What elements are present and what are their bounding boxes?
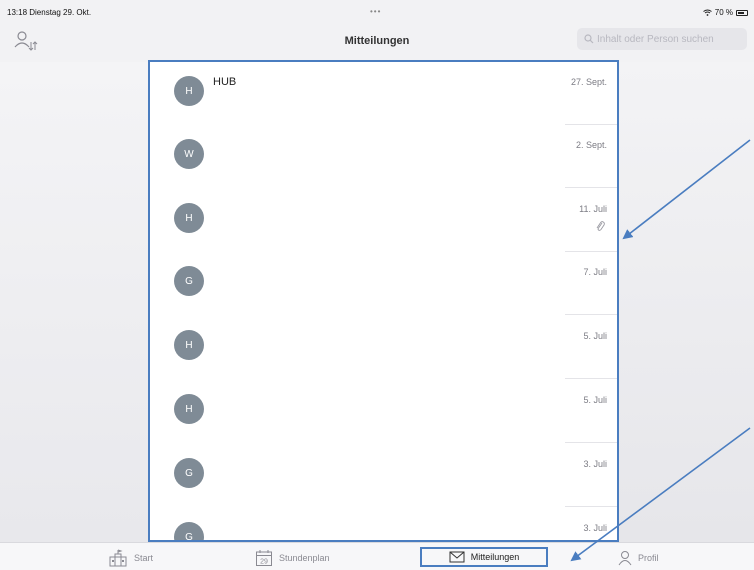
- search-icon: [584, 34, 594, 44]
- avatar: G: [174, 266, 204, 296]
- tab-label: Start: [134, 553, 154, 563]
- calendar-day-number: 29: [260, 559, 268, 566]
- message-sender: HUB: [213, 76, 237, 88]
- message-date: 3. Juli: [583, 523, 607, 533]
- multitasking-dots[interactable]: •••: [370, 7, 381, 16]
- row-divider: [565, 314, 617, 315]
- tab-start[interactable]: Start: [108, 547, 153, 569]
- message-row[interactable]: G 3. Juli: [150, 508, 617, 540]
- message-date: 5. Juli: [583, 331, 607, 341]
- row-divider: [565, 506, 617, 507]
- message-row[interactable]: W 2. Sept.: [150, 125, 617, 188]
- avatar: G: [174, 522, 204, 540]
- wifi-icon: [702, 9, 712, 16]
- search-placeholder: Inhalt oder Person suchen: [597, 33, 714, 45]
- message-date: 11. Juli: [579, 204, 607, 214]
- message-date: 7. Juli: [583, 267, 607, 277]
- avatar: H: [174, 330, 204, 360]
- message-row[interactable]: G 3. Juli: [150, 444, 617, 507]
- message-date: 5. Juli: [583, 395, 607, 405]
- row-divider: [565, 378, 617, 379]
- status-indicators: 70 %: [702, 8, 748, 17]
- status-time-date: 13:18 Dienstag 29. Okt.: [7, 8, 92, 17]
- message-date: 3. Juli: [583, 459, 607, 469]
- message-row[interactable]: H HUB 27. Sept.: [150, 62, 617, 125]
- message-date: 2. Sept.: [575, 140, 607, 150]
- navigation-bar: Mitteilungen Inhalt oder Person suchen: [0, 22, 754, 62]
- tab-bar: Start 29 Stundenplan Mitteilungen Profil: [0, 542, 754, 570]
- message-row[interactable]: G 7. Juli: [150, 252, 617, 315]
- status-bar: 13:18 Dienstag 29. Okt. ••• 70 %: [0, 0, 754, 20]
- message-list[interactable]: H HUB 27. Sept. W 2. Sept. H 11. Juli G …: [148, 60, 619, 542]
- avatar: W: [174, 139, 204, 169]
- person-icon: [618, 551, 632, 566]
- row-divider: [565, 442, 617, 443]
- battery-percentage: 70 %: [714, 8, 733, 17]
- battery-icon: [736, 9, 748, 16]
- message-row[interactable]: H 11. Juli: [150, 189, 617, 252]
- tab-label: Stundenplan: [279, 553, 330, 563]
- message-row[interactable]: H 5. Juli: [150, 316, 617, 379]
- left-background-panel: [0, 62, 148, 542]
- school-icon: [109, 549, 127, 567]
- row-divider: [565, 187, 617, 188]
- envelope-icon: [449, 551, 465, 563]
- paperclip-icon: [595, 219, 605, 237]
- search-input[interactable]: Inhalt oder Person suchen: [577, 28, 747, 50]
- avatar: G: [174, 458, 204, 488]
- right-background-panel: [619, 62, 754, 542]
- tab-mitteilungen[interactable]: Mitteilungen: [420, 547, 548, 567]
- tab-label: Mitteilungen: [470, 552, 520, 562]
- message-row[interactable]: H 5. Juli: [150, 380, 617, 443]
- tab-stundenplan[interactable]: 29 Stundenplan: [255, 547, 330, 569]
- avatar: H: [174, 203, 204, 233]
- tab-profil[interactable]: Profil: [618, 547, 659, 569]
- message-date: 27. Sept.: [570, 77, 607, 87]
- calendar-icon: 29: [256, 550, 272, 566]
- tab-label: Profil: [638, 553, 659, 563]
- avatar: H: [174, 76, 204, 106]
- avatar: H: [174, 394, 204, 424]
